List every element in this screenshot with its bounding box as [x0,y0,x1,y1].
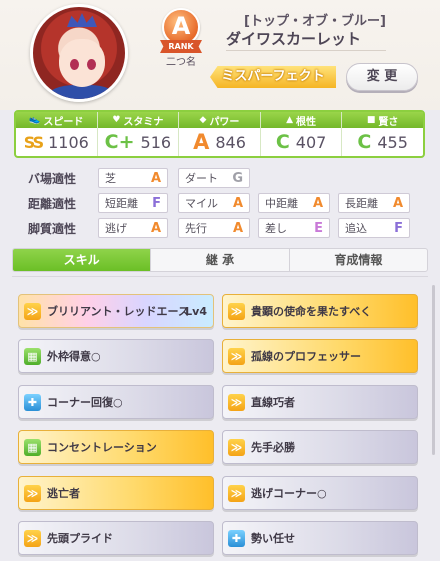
aptitude-row-distance: 距離適性 [20,193,100,213]
aptitude-label: 距離適性 [28,196,77,211]
skill-name: 先頭プライド [47,532,113,545]
stat-label: 根性 [296,116,317,128]
stat-value: 846 [215,132,246,152]
heal-icon: ✚ [24,394,41,411]
skill-card[interactable]: ≫ ブリリアント・レッドエース Lv4 [18,294,214,328]
field-icon: ▦ [24,439,41,456]
aptitude-medium: 中距離 A [258,193,330,213]
speed-up-icon: ≫ [228,348,245,365]
skill-level: Lv4 [185,305,207,318]
stat-label: 賢さ [378,116,399,128]
skill-card[interactable]: ≫ 先手必勝 [222,430,418,464]
skill-card[interactable]: ≫ 先頭プライド [18,521,214,555]
skill-name: 勢い任せ [251,532,295,545]
rank-label: 二つ名 [166,57,196,68]
stat-value: 516 [140,132,172,152]
skill-name: 孤線のプロフェッサー [251,350,361,363]
stat-value: 1106 [48,132,89,152]
skill-card[interactable]: ≫ 孤線のプロフェッサー [222,339,418,373]
skill-name: 直線巧者 [251,396,295,409]
speed-up-icon: ≫ [24,303,41,320]
skill-name: 外枠得意○ [47,350,101,363]
tab-training-info[interactable]: 育成情報 [290,249,427,271]
speed-up-icon: ≫ [228,394,245,411]
skill-name: 逃亡者 [47,487,80,500]
heart-icon: ♥ [112,115,121,125]
skill-name: 貴顕の使命を果たすべく [251,305,372,318]
aptitude-mile: マイル A [178,193,250,213]
speed-up-icon: ≫ [228,439,245,456]
stat-stamina: ♥ スタミナ C+ 516 [97,112,180,156]
evaluation-banner: ミスパーフェクト [210,66,336,88]
character-name: ダイワスカーレット [226,30,362,48]
graduation-cap-icon: ■ [366,115,376,125]
muscle-icon: ◆ [199,115,207,125]
tab-inheritance[interactable]: 継 承 [151,249,290,271]
aptitude-label: 脚質適性 [28,221,77,236]
skill-card[interactable]: ▦ コンセントレーション [18,430,214,464]
skill-card[interactable]: ≫ 直線巧者 [222,385,418,419]
stat-value: 455 [377,132,408,152]
stat-grade: C [275,131,290,153]
stat-speed: 👟 スピード SS 1106 [16,112,98,156]
skill-card[interactable]: ✚ 勢い任せ [222,521,418,555]
stat-grade: A [193,130,210,154]
aptitude-dirt: ダート G [178,168,250,188]
stat-guts: ▲ 根性 C 407 [260,112,343,156]
stat-wisdom: ■ 賢さ C 455 [342,112,423,156]
heal-icon: ✚ [228,530,245,547]
skill-name: コンセントレーション [47,441,157,454]
aptitude-end-closer: 追込 F [338,218,410,238]
skill-list-scrollbar[interactable] [432,285,435,455]
divider [12,276,428,277]
speed-up-icon: ≫ [24,485,41,502]
stats-panel: 👟 スピード SS 1106 ♥ スタミナ C+ 516 ◆ パワー A 846 ▲ 根性 C… [14,110,425,158]
skill-card[interactable]: ≫ 逃亡者 [18,476,214,510]
rank-ribbon: RANK [160,40,202,53]
aptitude-front-runner: 逃げ A [98,218,168,238]
skill-card[interactable]: ≫ 貴顕の使命を果たすべく [222,294,418,328]
stat-label: スピード [43,116,84,128]
speed-up-icon: ≫ [228,485,245,502]
shoe-icon: 👟 [29,115,41,125]
change-button[interactable]: 変 更 [346,63,418,91]
character-avatar [30,4,128,102]
detail-tabs: スキル 継 承 育成情報 [12,248,428,272]
flame-icon: ▲ [286,115,294,125]
character-subtitle: [トップ・オブ・ブルー] [244,14,386,29]
skill-name: 先手必勝 [251,441,295,454]
skill-name: コーナー回復○ [47,396,123,409]
skill-card[interactable]: ≫ 逃げコーナー○ [222,476,418,510]
stat-grade: SS [23,132,44,152]
stat-power: ◆ パワー A 846 [179,112,261,156]
stat-label: パワー [209,116,240,128]
skill-card[interactable]: ▦ 外枠得意○ [18,339,214,373]
divider [226,50,386,51]
aptitude-late-surger: 差し E [258,218,330,238]
stat-label: スタミナ [123,116,164,128]
stat-value: 407 [295,132,327,152]
aptitude-long: 長距離 A [338,193,410,213]
aptitude-sprint: 短距離 F [98,193,168,213]
speed-up-icon: ≫ [24,530,41,547]
field-icon: ▦ [24,348,41,365]
aptitude-label: バ場適性 [28,171,77,186]
aptitude-row-track: バ場適性 [20,168,100,188]
speed-up-icon: ≫ [228,303,245,320]
aptitude-turf: 芝A [98,168,168,188]
aptitude-pace-chaser: 先行 A [178,218,250,238]
skill-name: 逃げコーナー○ [251,487,327,500]
stat-grade: C [357,131,372,153]
skill-card[interactable]: ✚ コーナー回復○ [18,385,214,419]
character-header: A RANK 二つ名 [トップ・オブ・ブルー] ダイワスカーレット ミスパーフェ… [0,0,440,110]
aptitude-row-style: 脚質適性 [20,218,100,238]
skill-name: ブリリアント・レッドエース [47,305,190,318]
stat-grade: C+ [104,131,135,153]
tab-skills[interactable]: スキル [13,249,152,271]
